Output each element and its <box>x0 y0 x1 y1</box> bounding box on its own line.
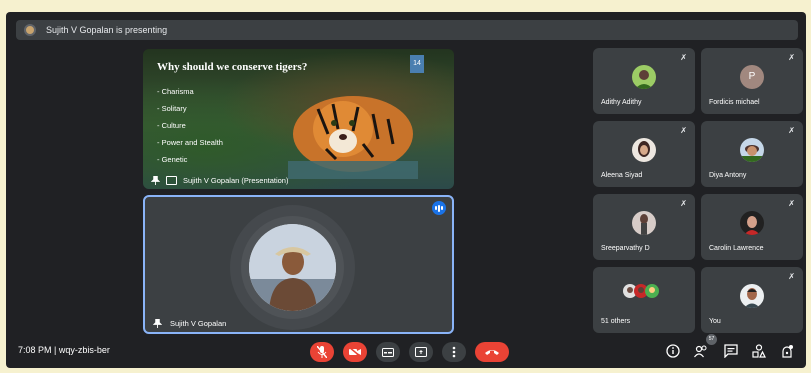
captions-button[interactable] <box>376 342 400 362</box>
presenter-avatar <box>249 224 336 311</box>
avatar <box>740 284 764 308</box>
mic-toggle-button[interactable] <box>310 342 334 362</box>
participant-name: Carolin Lawrence <box>709 245 764 252</box>
pin-icon[interactable] <box>151 176 160 185</box>
slide-bullet: - Power and Stealth <box>157 138 223 147</box>
presenting-banner: Sujith V Gopalan is presenting <box>16 20 798 40</box>
people-icon <box>694 345 707 358</box>
slide-page-badge: 14 <box>410 55 424 73</box>
others-avatars <box>623 284 659 298</box>
present-screen-icon <box>415 347 427 357</box>
avatar <box>632 211 656 235</box>
slide-bullet: - Culture <box>157 121 186 130</box>
host-controls-icon[interactable] <box>780 344 794 358</box>
mic-off-icon: ✗ <box>680 199 687 208</box>
presentation-tile[interactable]: Why should we conserve tigers? - Charism… <box>143 49 454 189</box>
more-options-button[interactable] <box>442 342 466 362</box>
camera-toggle-button[interactable] <box>343 342 367 362</box>
present-screen-icon <box>166 176 177 185</box>
meeting-details-icon[interactable] <box>666 344 680 358</box>
self-tile[interactable]: ✗ You <box>701 267 803 333</box>
participant-tile[interactable]: ✗ P Fordicis michael <box>701 48 803 114</box>
slide-title: Why should we conserve tigers? <box>157 61 308 73</box>
presenter-name-label: Sujith V Gopalan <box>153 319 226 328</box>
presentation-label: Sujith V Gopalan (Presentation) <box>183 176 289 185</box>
speaking-indicator-icon <box>432 201 446 215</box>
presentation-footer: Sujith V Gopalan (Presentation) <box>151 176 288 185</box>
mic-off-icon <box>317 346 327 358</box>
present-now-button[interactable] <box>409 342 433 362</box>
mic-off-icon: ✗ <box>788 272 795 281</box>
slide-bullet: - Charisma <box>157 87 194 96</box>
participant-tile[interactable]: ✗ Adithy Adithy <box>593 48 695 114</box>
mic-off-icon: ✗ <box>680 53 687 62</box>
pin-icon[interactable] <box>153 319 162 328</box>
leave-call-button[interactable] <box>475 342 509 362</box>
participant-tile[interactable]: ✗ Diya Antony <box>701 121 803 187</box>
participant-name: You <box>709 318 721 325</box>
tiger-image <box>288 96 418 179</box>
others-count-label: 51 others <box>601 318 631 325</box>
bottom-bar: 7:08 PM | wqy-zbis-ber 57 <box>6 334 806 368</box>
meet-window: Sujith V Gopalan is presenting Why shoul… <box>6 12 806 368</box>
participant-name: Fordicis michael <box>709 99 760 106</box>
time-meeting-code: 7:08 PM | wqy-zbis-ber <box>18 345 110 355</box>
avatar <box>740 138 764 162</box>
participant-name: Sreeparvathy D <box>601 245 650 252</box>
mic-off-icon: ✗ <box>788 199 795 208</box>
camera-off-icon <box>349 347 361 357</box>
participant-name: Diya Antony <box>709 172 747 179</box>
presenter-name: Sujith V Gopalan <box>170 319 227 328</box>
participant-tile[interactable]: ✗ Carolin Lawrence <box>701 194 803 260</box>
mic-off-icon: ✗ <box>788 53 795 62</box>
slide-bullet: - Solitary <box>157 104 187 113</box>
slide-bullet: - Genetic <box>157 155 188 164</box>
more-vert-icon <box>452 346 456 358</box>
slide-bullets: - Charisma - Solitary - Culture - Power … <box>157 83 223 168</box>
participant-tile[interactable]: ✗ Sreeparvathy D <box>593 194 695 260</box>
people-button[interactable] <box>694 344 708 358</box>
captions-icon <box>382 347 394 357</box>
avatar: P <box>740 65 764 89</box>
hang-up-icon <box>485 350 499 355</box>
participant-name: Aleena Siyad <box>601 172 643 179</box>
chat-icon[interactable] <box>724 344 738 358</box>
banner-text: Sujith V Gopalan is presenting <box>46 25 168 35</box>
mic-off-icon: ✗ <box>788 126 795 135</box>
others-tile[interactable]: 51 others <box>593 267 695 333</box>
avatar <box>632 138 656 162</box>
participant-tile[interactable]: ✗ Aleena Siyad <box>593 121 695 187</box>
presenter-avatar-icon <box>24 24 36 36</box>
avatar <box>740 211 764 235</box>
activities-icon[interactable] <box>752 344 766 358</box>
avatar <box>632 65 656 89</box>
participant-name: Adithy Adithy <box>601 99 642 106</box>
presenter-tile[interactable]: Sujith V Gopalan <box>143 195 454 334</box>
people-count-badge: 57 <box>706 334 717 345</box>
mic-off-icon: ✗ <box>680 126 687 135</box>
